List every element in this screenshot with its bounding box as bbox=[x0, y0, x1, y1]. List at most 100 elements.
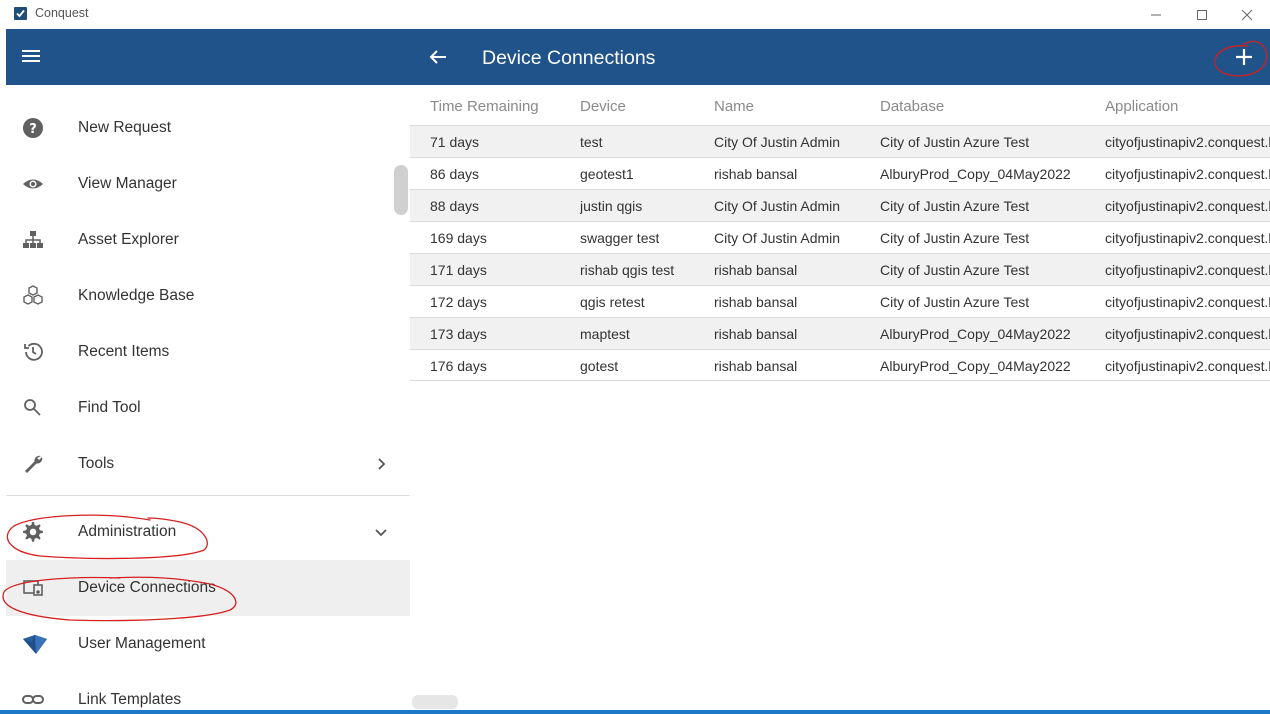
app-bar: Device Connections bbox=[410, 29, 1270, 85]
close-button[interactable] bbox=[1224, 0, 1270, 29]
table-cell: cityofjustinapiv2.conquest.l bbox=[1105, 358, 1270, 374]
nav-item-view-manager[interactable]: View Manager bbox=[6, 156, 410, 212]
minimize-button[interactable] bbox=[1133, 0, 1179, 29]
table-cell: gotest bbox=[580, 358, 619, 374]
table-cell: 71 days bbox=[430, 134, 480, 150]
nav-item-tools[interactable]: Tools bbox=[6, 436, 410, 492]
nav-item-device-connections[interactable]: Device Connections bbox=[6, 560, 410, 616]
table-cell: AlburyProd_Copy_04May2022 bbox=[880, 326, 1071, 342]
window-title: Conquest bbox=[35, 6, 89, 20]
table-cell: swagger test bbox=[580, 230, 660, 246]
drawer-header bbox=[6, 29, 410, 85]
table-cell: cityofjustinapiv2.conquest.l bbox=[1105, 230, 1270, 246]
table-cell: cityofjustinapiv2.conquest.l bbox=[1105, 134, 1270, 150]
gear-icon bbox=[22, 521, 44, 543]
table-cell: City of Justin Azure Test bbox=[880, 134, 1030, 150]
cubes-icon bbox=[22, 285, 44, 307]
table-row[interactable]: 169 days swagger test City Of Justin Admin… bbox=[410, 221, 1270, 253]
table-cell: City Of Justin Admin bbox=[714, 198, 841, 214]
nav-item-asset-explorer[interactable]: Asset Explorer bbox=[6, 212, 410, 268]
title-bar: Conquest bbox=[0, 0, 1270, 29]
nav-item-new-request[interactable]: ? New Request bbox=[6, 100, 410, 156]
add-icon[interactable] bbox=[1232, 45, 1256, 69]
table-cell: City of Justin Azure Test bbox=[880, 198, 1030, 214]
nav-item-find-tool[interactable]: Find Tool bbox=[6, 380, 410, 436]
table-cell: 86 days bbox=[430, 166, 480, 182]
device-connections-table: Time Remaining Device Name Database Appl… bbox=[410, 89, 1270, 381]
table-row[interactable]: 86 days geotest1 rishab bansal AlburyProd_C… bbox=[410, 157, 1270, 189]
table-cell: 169 days bbox=[430, 230, 487, 246]
drawer-scrollbar[interactable] bbox=[394, 165, 408, 215]
nav-item-link-templates[interactable]: Link Templates bbox=[6, 672, 410, 714]
table-cell: rishab qgis test bbox=[580, 262, 675, 278]
table-cell: rishab bansal bbox=[714, 262, 798, 278]
chevron-right-icon bbox=[372, 455, 390, 473]
table-cell: geotest1 bbox=[580, 166, 634, 182]
table-row[interactable]: 71 days test City Of Justin Admin City of J… bbox=[410, 125, 1270, 157]
table-cell: 173 days bbox=[430, 326, 487, 342]
svg-text:?: ? bbox=[29, 122, 37, 137]
table-cell: City of Justin Azure Test bbox=[880, 294, 1030, 310]
hierarchy-icon bbox=[22, 229, 44, 251]
table-cell: City Of Justin Admin bbox=[714, 134, 841, 150]
table-row[interactable]: 171 days rishab qgis test rishab bansal Cit… bbox=[410, 253, 1270, 285]
app-logo-icon bbox=[14, 7, 27, 20]
table-cell: cityofjustinapiv2.conquest.l bbox=[1105, 166, 1270, 182]
nav-divider bbox=[6, 495, 410, 496]
table-cell: 171 days bbox=[430, 262, 487, 278]
page-title: Device Connections bbox=[482, 47, 656, 69]
nav-item-user-management[interactable]: User Management bbox=[6, 616, 410, 672]
table-cell: rishab bansal bbox=[714, 166, 798, 182]
nav-item-label: Tools bbox=[78, 455, 115, 472]
column-header[interactable]: Device bbox=[580, 98, 626, 115]
table-row[interactable]: 88 days justin qgis City Of Justin Admin Ci… bbox=[410, 189, 1270, 221]
nav-item-recent-items[interactable]: Recent Items bbox=[6, 324, 410, 380]
nav-item-label: User Management bbox=[78, 635, 206, 652]
history-icon bbox=[22, 341, 44, 363]
column-header[interactable]: Time Remaining bbox=[430, 98, 539, 115]
nav-item-label: Link Templates bbox=[78, 691, 182, 708]
column-header[interactable]: Database bbox=[880, 98, 944, 115]
table-cell: rishab bansal bbox=[714, 326, 798, 342]
nav-item-label: New Request bbox=[78, 119, 172, 136]
table-cell: justin qgis bbox=[580, 198, 643, 214]
table-body: 71 days test City Of Justin Admin City of J… bbox=[410, 125, 1270, 381]
nav-item-label: Asset Explorer bbox=[78, 231, 179, 248]
table-cell: cityofjustinapiv2.conquest.l bbox=[1105, 198, 1270, 214]
maximize-button[interactable] bbox=[1179, 0, 1225, 29]
table-cell: 88 days bbox=[430, 198, 480, 214]
chevron-down-icon bbox=[372, 523, 390, 541]
nav-item-label: Administration bbox=[78, 523, 177, 540]
diamond-icon bbox=[22, 633, 47, 655]
help-circle-icon: ? bbox=[22, 117, 44, 139]
nav-item-label: Find Tool bbox=[78, 399, 141, 416]
nav-list: ? New Request View Manager Asset Explore… bbox=[6, 100, 410, 714]
column-header[interactable]: Name bbox=[714, 98, 754, 115]
main-pane: Device Connections Time Remaining Device… bbox=[410, 29, 1270, 714]
column-header[interactable]: Application bbox=[1105, 98, 1270, 115]
table-header: Time Remaining Device Name Database Appl… bbox=[410, 89, 1270, 125]
table-cell: qgis retest bbox=[580, 294, 645, 310]
table-cell: rishab bansal bbox=[714, 294, 798, 310]
horizontal-scrollbar[interactable] bbox=[412, 695, 458, 709]
table-cell: AlburyProd_Copy_04May2022 bbox=[880, 166, 1071, 182]
menu-icon[interactable] bbox=[20, 47, 42, 67]
table-cell: rishab bansal bbox=[714, 358, 798, 374]
nav-item-knowledge-base[interactable]: Knowledge Base bbox=[6, 268, 410, 324]
nav-item-label: Device Connections bbox=[78, 579, 216, 596]
nav-item-administration[interactable]: Administration bbox=[6, 504, 410, 560]
table-cell: City of Justin Azure Test bbox=[880, 262, 1030, 278]
nav-item-label: Knowledge Base bbox=[78, 287, 195, 304]
app-window: Conquest ? New Request View Manager Asse… bbox=[0, 0, 1270, 714]
table-row[interactable]: 172 days qgis retest rishab bansal City of … bbox=[410, 285, 1270, 317]
table-cell: cityofjustinapiv2.conquest.l bbox=[1105, 294, 1270, 310]
nav-item-label: Recent Items bbox=[78, 343, 170, 360]
table-row[interactable]: 176 days gotest rishab bansal AlburyProd_Co… bbox=[410, 349, 1270, 381]
table-row[interactable]: 173 days maptest rishab bansal AlburyProd_C… bbox=[410, 317, 1270, 349]
table-cell: City of Justin Azure Test bbox=[880, 230, 1030, 246]
table-cell: 176 days bbox=[430, 358, 487, 374]
wrench-icon bbox=[22, 453, 44, 475]
search-icon bbox=[22, 397, 44, 419]
table-cell: cityofjustinapiv2.conquest.l bbox=[1105, 262, 1270, 278]
back-arrow-icon[interactable] bbox=[428, 47, 448, 67]
